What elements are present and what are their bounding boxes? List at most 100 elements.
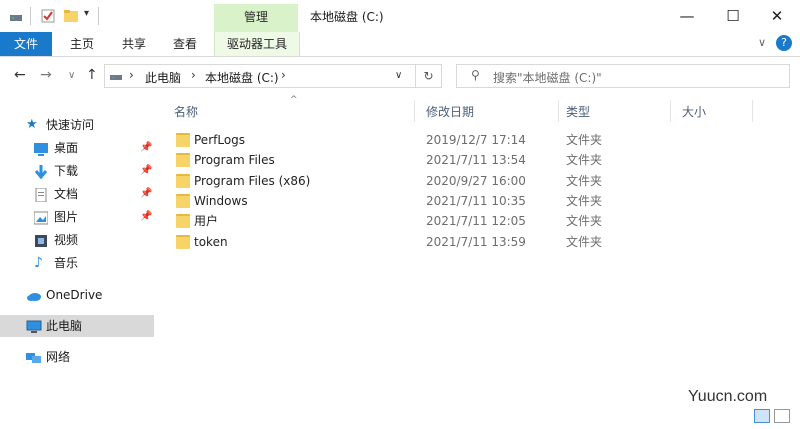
file-date: 2021/7/11 12:05 <box>426 214 526 228</box>
folder-icon <box>176 133 190 147</box>
tab-manage[interactable]: 管理 <box>214 4 298 32</box>
file-name: PerfLogs <box>194 133 246 147</box>
recent-locations-icon[interactable]: ∨ <box>68 70 75 81</box>
new-folder-icon[interactable] <box>63 8 79 24</box>
folder-icon <box>176 214 190 228</box>
navigation-pane: ★ 快速访问 桌面 📌 下载 📌 文档 📌 图片 📌 视频 ♪ 音乐 OneDr… <box>0 100 155 400</box>
refresh-button[interactable]: ↻ <box>416 64 442 88</box>
sidebar-item-label: 快速访问 <box>46 118 95 132</box>
search-placeholder: 搜索"本地磁盘 (C:)" <box>493 71 602 85</box>
details-view-icon[interactable] <box>754 409 770 423</box>
tab-file[interactable]: 文件 <box>0 32 52 56</box>
breadcrumb-local-disk[interactable]: 本地磁盘 (C:) <box>205 69 279 86</box>
drive-icon[interactable] <box>8 8 24 24</box>
tab-drive-tools[interactable]: 驱动器工具 <box>214 32 300 56</box>
tab-share[interactable]: 共享 <box>114 32 154 56</box>
forward-arrow-icon[interactable]: → <box>40 67 52 83</box>
music-icon: ♪ <box>34 255 43 271</box>
sidebar-item-label: 文档 <box>54 187 79 201</box>
file-name: 用户 <box>194 214 219 228</box>
file-type: 文件夹 <box>566 153 603 167</box>
sidebar-item-label: 桌面 <box>54 141 79 155</box>
sidebar-item-label: 音乐 <box>54 256 79 270</box>
sidebar-item-label: 视频 <box>54 233 79 247</box>
up-arrow-icon[interactable]: ↑ <box>86 67 98 83</box>
sidebar-item-music[interactable]: ♪ 音乐 <box>0 252 154 274</box>
folder-icon <box>176 174 190 188</box>
sidebar-item-desktop[interactable]: 桌面 📌 <box>0 137 154 159</box>
file-type: 文件夹 <box>566 235 603 249</box>
computer-icon <box>26 319 42 333</box>
table-row[interactable]: token 2021/7/11 13:59 文件夹 <box>170 232 780 252</box>
ribbon-expand-icon[interactable]: ∨ <box>758 36 766 49</box>
table-row[interactable]: 用户 2021/7/11 12:05 文件夹 <box>170 211 780 231</box>
search-icon: ⚲ <box>471 68 480 82</box>
column-header-type[interactable]: 类型 <box>566 102 666 122</box>
pin-icon[interactable]: 📌 <box>140 160 152 182</box>
file-type: 文件夹 <box>566 133 603 147</box>
navigation-bar: ← → ∨ ↑ › 此电脑 › 本地磁盘 (C:) › ∨ ↻ ⚲ 搜索"本地磁… <box>0 57 800 95</box>
desktop-icon <box>34 141 48 156</box>
window-title: 本地磁盘 (C:) <box>310 10 384 24</box>
table-row[interactable]: Windows 2021/7/11 10:35 文件夹 <box>170 191 780 211</box>
video-icon <box>34 233 48 247</box>
table-row[interactable]: Program Files (x86) 2020/9/27 16:00 文件夹 <box>170 171 780 191</box>
large-icons-view-icon[interactable] <box>774 409 790 423</box>
sidebar-item-quick-access[interactable]: ★ 快速访问 <box>0 114 154 136</box>
chevron-right-icon[interactable]: › <box>281 68 286 82</box>
ribbon-tabs: 文件 主页 共享 查看 驱动器工具 ∨ ? <box>0 32 800 57</box>
column-divider[interactable] <box>558 100 559 122</box>
properties-icon[interactable] <box>40 8 56 24</box>
sidebar-item-pictures[interactable]: 图片 📌 <box>0 206 154 228</box>
separator <box>30 7 31 25</box>
folder-icon <box>176 153 190 167</box>
search-input[interactable]: ⚲ 搜索"本地磁盘 (C:)" <box>456 64 790 88</box>
document-icon <box>34 187 48 203</box>
chevron-right-icon[interactable]: › <box>129 68 134 82</box>
picture-icon <box>33 210 49 225</box>
sidebar-item-network[interactable]: 网络 <box>0 346 154 368</box>
column-divider[interactable] <box>414 100 415 122</box>
column-header-date[interactable]: 修改日期 <box>426 102 556 122</box>
column-header-size[interactable]: 大小 <box>682 102 752 122</box>
sidebar-item-label: OneDrive <box>46 288 103 302</box>
pin-icon[interactable]: 📌 <box>140 183 152 205</box>
column-divider[interactable] <box>752 100 753 122</box>
column-header-name[interactable]: 名称 <box>174 102 404 122</box>
file-type: 文件夹 <box>566 214 603 228</box>
address-bar[interactable]: › 此电脑 › 本地磁盘 (C:) › ∨ <box>104 64 416 88</box>
sidebar-item-documents[interactable]: 文档 📌 <box>0 183 154 205</box>
address-history-dropdown-icon[interactable]: ∨ <box>395 70 402 81</box>
star-icon: ★ <box>26 117 38 132</box>
file-name: Windows <box>194 194 248 208</box>
chevron-right-icon[interactable]: › <box>191 68 196 82</box>
table-row[interactable]: PerfLogs 2019/12/7 17:14 文件夹 <box>170 130 780 150</box>
close-button[interactable]: ✕ <box>754 0 800 32</box>
tab-view[interactable]: 查看 <box>165 32 205 56</box>
sidebar-item-this-pc[interactable]: 此电脑 <box>0 315 154 337</box>
sidebar-item-label: 下载 <box>54 164 79 178</box>
download-icon <box>34 164 48 180</box>
help-icon[interactable]: ? <box>776 35 792 51</box>
sidebar-item-label: 此电脑 <box>46 319 83 333</box>
file-date: 2021/7/11 13:59 <box>426 235 526 249</box>
tab-home[interactable]: 主页 <box>62 32 102 56</box>
column-divider[interactable] <box>670 100 671 122</box>
table-row[interactable]: Program Files 2021/7/11 13:54 文件夹 <box>170 150 780 170</box>
pin-icon[interactable]: 📌 <box>140 206 152 228</box>
sidebar-item-onedrive[interactable]: OneDrive <box>0 284 154 306</box>
sidebar-item-downloads[interactable]: 下载 📌 <box>0 160 154 182</box>
file-name: Program Files (x86) <box>194 174 311 188</box>
pin-icon[interactable]: 📌 <box>140 137 152 159</box>
minimize-button[interactable]: — <box>664 0 710 32</box>
sidebar-item-videos[interactable]: 视频 <box>0 229 154 251</box>
sidebar-item-label: 图片 <box>54 210 79 224</box>
file-type: 文件夹 <box>566 174 603 188</box>
file-name: Program Files <box>194 153 275 167</box>
file-list: ^ 名称 修改日期 类型 大小 PerfLogs 2019/12/7 17:14… <box>156 95 800 396</box>
maximize-button[interactable]: ☐ <box>710 0 756 32</box>
breadcrumb-this-pc[interactable]: 此电脑 <box>145 69 181 86</box>
customize-toolbar-icon[interactable]: ▾ <box>84 8 89 19</box>
watermark: Yuucn.com <box>688 388 768 405</box>
back-arrow-icon[interactable]: ← <box>14 67 26 83</box>
